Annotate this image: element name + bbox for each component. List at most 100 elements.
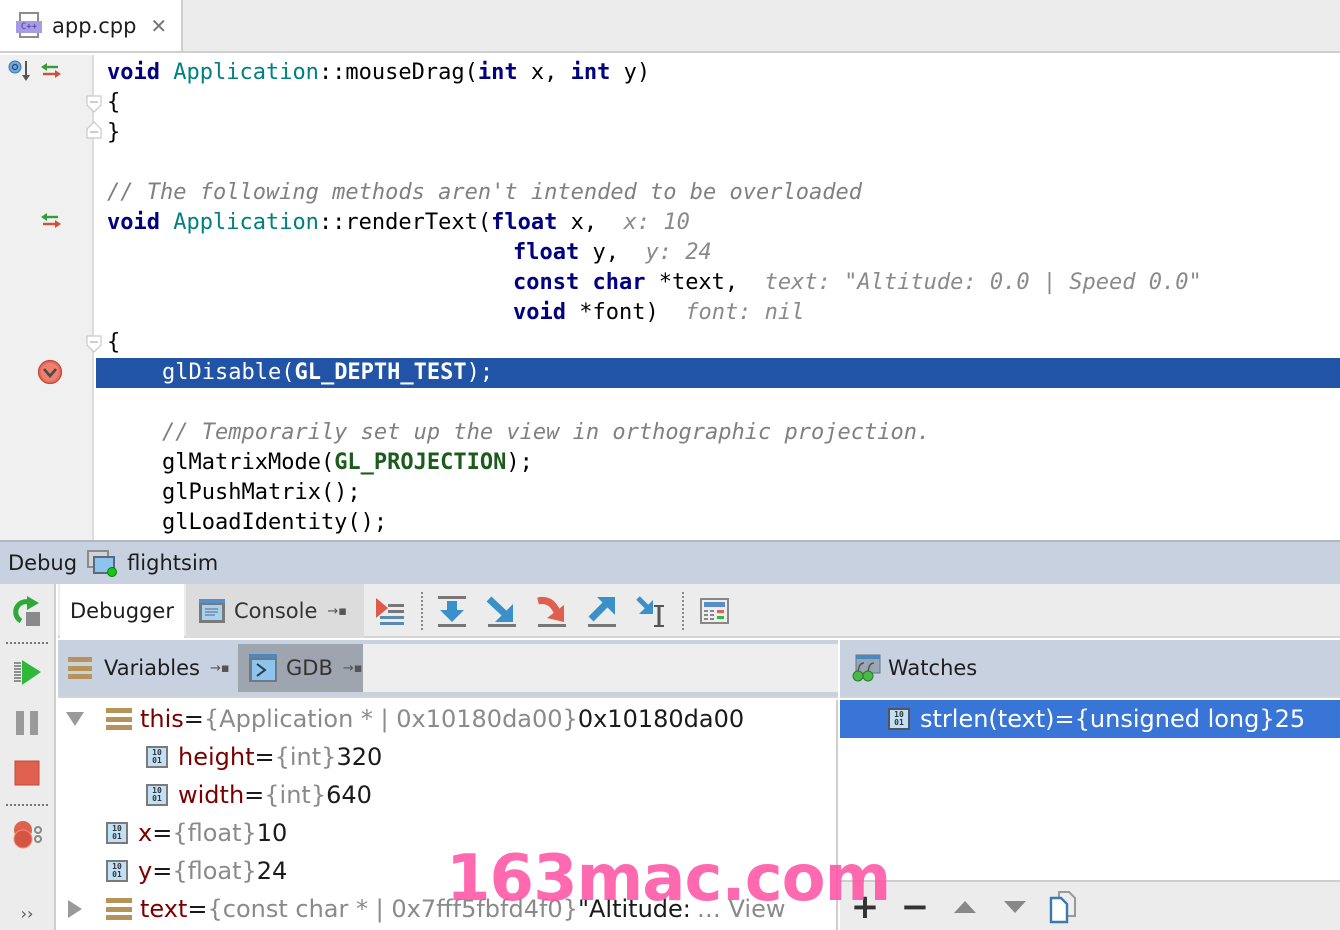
fold-marker[interactable]: [86, 95, 102, 113]
pin-icon[interactable]: →▪: [210, 661, 230, 676]
primitive-icon: 10 01: [146, 784, 168, 806]
variable-row[interactable]: this = {Application * | 0x10180da00} 0x1…: [106, 700, 744, 738]
code-line[interactable]: float y, y: 24: [513, 238, 712, 268]
step-into-icon[interactable]: [485, 594, 519, 628]
run-config-tab[interactable]: flightsim: [127, 551, 218, 575]
more-icon[interactable]: ››: [10, 896, 44, 930]
watches-title: Watches: [888, 656, 978, 680]
arrow-up-icon: [954, 901, 976, 913]
tab-gdb[interactable]: GDB →▪: [238, 644, 371, 692]
tab-label: GDB: [286, 656, 333, 680]
remove-watch-button[interactable]: −: [898, 887, 932, 927]
fold-marker[interactable]: [86, 121, 102, 139]
override-method-icon[interactable]: [8, 59, 34, 83]
object-icon: [106, 898, 132, 920]
tab-label: Variables: [104, 656, 200, 680]
tab-app-cpp[interactable]: C++ app.cpp ✕: [0, 0, 183, 51]
pause-icon[interactable]: [10, 706, 44, 740]
debug-tool-window-header: Debug flightsim: [0, 540, 1340, 584]
tab-label: Debugger: [70, 599, 174, 623]
inline-value-hint: font: nil: [685, 300, 805, 325]
step-out-icon[interactable]: [585, 594, 619, 628]
code-line[interactable]: {: [107, 328, 120, 358]
editor-tab-bar: C++ app.cpp ✕: [0, 0, 1340, 53]
declaration-definition-icon[interactable]: [40, 61, 62, 86]
collapse-arrow-icon[interactable]: [66, 712, 84, 726]
debugger-toolbar: Debugger Console →▪: [58, 584, 1340, 638]
debug-side-toolbar: ››: [0, 584, 56, 930]
expand-arrow-icon[interactable]: [68, 900, 82, 918]
code-comment[interactable]: // Temporarily set up the view in orthog…: [162, 418, 930, 448]
separator: [682, 592, 684, 630]
execution-point-line[interactable]: glDisable(GL_DEPTH_TEST);: [96, 358, 1340, 388]
primitive-icon: 10 01: [888, 708, 910, 730]
duplicate-watch-button[interactable]: [1046, 890, 1080, 924]
watches-header: Watches: [840, 640, 1340, 698]
evaluate-expression-icon[interactable]: [698, 594, 732, 628]
arrow-down-icon: [1004, 901, 1026, 913]
code-line[interactable]: glPushMatrix();: [162, 478, 361, 508]
rerun-icon[interactable]: [10, 594, 44, 628]
pin-icon[interactable]: →▪: [327, 604, 347, 619]
watches-list[interactable]: 10 01 strlen(text) = {unsigned long} 25: [840, 700, 1340, 880]
code-editor[interactable]: void Application::mouseDrag(int x, int y…: [0, 55, 1340, 540]
variable-row[interactable]: 10 01 y = {float} 24: [106, 852, 287, 890]
tab-variables[interactable]: Variables →▪: [68, 644, 238, 692]
show-execution-point-icon[interactable]: [374, 594, 408, 628]
tab-debugger[interactable]: Debugger: [60, 584, 184, 638]
view-link[interactable]: … View: [697, 895, 786, 923]
primitive-icon: 10 01: [106, 822, 128, 844]
tab-label: Console: [234, 599, 318, 623]
code-comment[interactable]: // The following methods aren't intended…: [107, 178, 862, 208]
watches-toolbar: + −: [840, 880, 1340, 930]
tab-label: app.cpp: [52, 13, 137, 38]
debug-title: Debug: [8, 551, 78, 575]
variables-tree[interactable]: this = {Application * | 0x10180da00} 0x1…: [58, 700, 838, 930]
primitive-icon: 10 01: [106, 860, 128, 882]
variable-row[interactable]: 10 01 width = {int} 640: [146, 776, 372, 814]
code-line[interactable]: glLoadIdentity();: [162, 508, 387, 538]
cpp-file-icon: C++: [16, 11, 44, 40]
inline-value-hint: x: 10: [623, 210, 690, 235]
primitive-icon: 10 01: [146, 746, 168, 768]
code-line[interactable]: const char *text, text: "Altitude: 0.0 |…: [513, 268, 1202, 298]
code-line[interactable]: void Application::mouseDrag(int x, int y…: [107, 58, 650, 88]
object-icon: [106, 708, 132, 730]
variable-row[interactable]: text = {const char * | 0x7fff5fbfd4f0} "…: [106, 890, 785, 928]
variables-header: Variables →▪ GDB →▪: [58, 640, 838, 698]
code-line[interactable]: }: [107, 118, 120, 148]
step-over-icon[interactable]: [435, 594, 469, 628]
code-line[interactable]: glMatrixMode(GL_PROJECTION);: [162, 448, 533, 478]
pin-icon[interactable]: →▪: [343, 661, 363, 676]
variable-row[interactable]: 10 01 height = {int} 320: [146, 738, 382, 776]
view-breakpoints-icon[interactable]: [10, 818, 44, 852]
run-to-cursor-icon[interactable]: [635, 594, 669, 628]
move-down-button[interactable]: [998, 890, 1032, 924]
variables-header-spacer: [363, 644, 838, 692]
code-line[interactable]: {: [107, 88, 120, 118]
copy-icon: [1049, 891, 1076, 924]
declaration-definition-icon[interactable]: [40, 211, 62, 236]
separator: [421, 592, 423, 630]
code-line[interactable]: void *font) font: nil: [513, 298, 804, 328]
code-line: glDisable(GL_DEPTH_TEST);: [162, 360, 494, 385]
watch-row[interactable]: 10 01 strlen(text) = {unsigned long} 25: [840, 700, 1340, 738]
variables-icon: [68, 657, 92, 679]
inline-value-hint: y: 24: [645, 240, 712, 265]
tab-console[interactable]: Console →▪: [186, 584, 364, 638]
variable-row[interactable]: 10 01 x = {float} 10: [106, 814, 287, 852]
console-icon: [199, 599, 225, 623]
move-up-button[interactable]: [948, 890, 982, 924]
add-watch-button[interactable]: +: [848, 887, 882, 927]
resume-icon[interactable]: [10, 656, 44, 690]
close-tab-icon[interactable]: ✕: [150, 14, 167, 38]
editor-gutter[interactable]: [0, 55, 94, 540]
force-step-into-icon[interactable]: [535, 594, 569, 628]
watches-icon: [852, 654, 881, 682]
inline-value-hint: text: "Altitude: 0.0 | Speed 0.0": [764, 270, 1202, 295]
stop-icon[interactable]: [10, 756, 44, 790]
fold-marker[interactable]: [86, 335, 102, 353]
code-line[interactable]: void Application::renderText(float x, x:…: [107, 208, 690, 238]
breakpoint-icon[interactable]: [37, 359, 63, 390]
run-config-icon: [87, 548, 119, 578]
